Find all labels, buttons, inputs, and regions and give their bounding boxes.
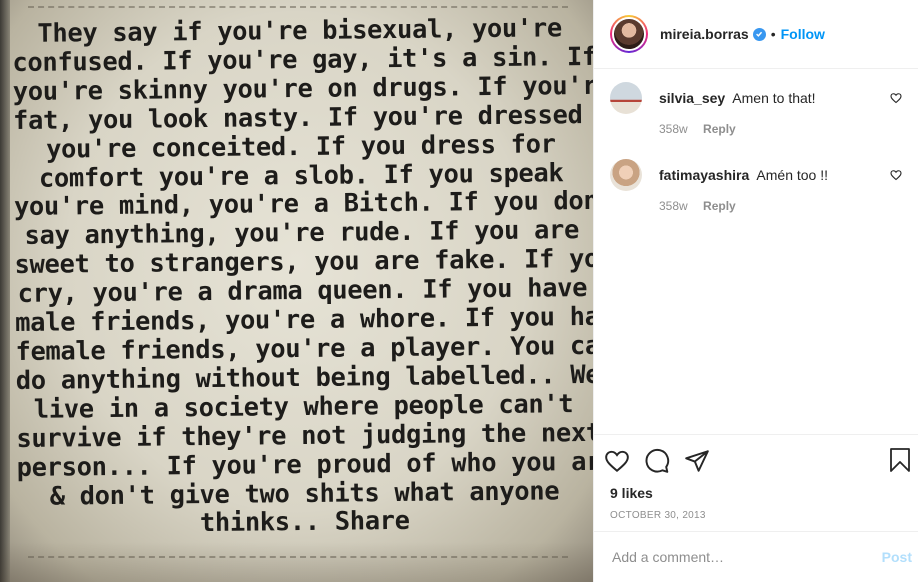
verified-badge-icon [752, 27, 766, 41]
comment-text-row: fatimayashira Amén too !! [659, 166, 869, 184]
quote-text: They say if you're bisexual, you're conf… [12, 12, 593, 539]
comment-body: fatimayashira Amén too !! 358w Reply [659, 157, 869, 213]
heart-icon[interactable] [890, 169, 902, 181]
post-comment-button[interactable]: Post [882, 549, 912, 565]
comment-age[interactable]: 358w [659, 199, 688, 213]
share-icon[interactable] [684, 448, 710, 474]
likes-count[interactable]: 9 likes [594, 485, 918, 501]
comment-text-row: silvia_sey Amen to that! [659, 89, 869, 107]
avatar[interactable] [610, 159, 642, 191]
avatar[interactable] [610, 82, 642, 114]
post-image[interactable]: They say if you're bisexual, you're conf… [0, 0, 593, 582]
avatar[interactable] [612, 17, 646, 51]
post-date[interactable]: OCTOBER 30, 2013 [594, 510, 918, 521]
heart-icon[interactable] [890, 92, 902, 104]
post-sidebar: mireia.borras • Follow silvia_sey Amen t… [593, 0, 918, 582]
story-ring[interactable] [610, 15, 648, 53]
post-actions-section: 9 likes OCTOBER 30, 2013 [594, 434, 918, 521]
action-bar [594, 435, 918, 485]
comment-meta: 358w Reply [659, 122, 869, 136]
dashed-border-bottom [28, 556, 568, 558]
comment-text: Amen to that! [732, 90, 816, 106]
comment-username[interactable]: fatimayashira [659, 167, 749, 183]
comment-username[interactable]: silvia_sey [659, 90, 725, 106]
comment: silvia_sey Amen to that! 358w Reply [610, 80, 902, 136]
comment-input[interactable] [610, 548, 854, 566]
add-comment-bar: Post [594, 531, 918, 582]
comments-list: silvia_sey Amen to that! 358w Reply fati… [594, 69, 918, 213]
reply-button[interactable]: Reply [703, 122, 736, 136]
separator-dot: • [770, 26, 776, 42]
comment-meta: 358w Reply [659, 199, 869, 213]
username-link[interactable]: mireia.borras [660, 26, 749, 42]
bookmark-icon[interactable] [888, 447, 912, 473]
quote-line: thinks.. Share [199, 505, 410, 538]
comment-text: Amén too !! [756, 167, 828, 183]
reply-button[interactable]: Reply [703, 199, 736, 213]
comment-icon[interactable] [644, 448, 670, 474]
dashed-border-top [28, 6, 568, 8]
instagram-post: They say if you're bisexual, you're conf… [0, 0, 918, 582]
comment-body: silvia_sey Amen to that! 358w Reply [659, 80, 869, 136]
follow-button[interactable]: Follow [781, 26, 825, 42]
comment-age[interactable]: 358w [659, 122, 688, 136]
post-header: mireia.borras • Follow [594, 0, 918, 69]
comment: fatimayashira Amén too !! 358w Reply [610, 157, 902, 213]
quote-line: & don't give two shits what anyone [49, 474, 560, 511]
heart-icon[interactable] [604, 448, 630, 474]
